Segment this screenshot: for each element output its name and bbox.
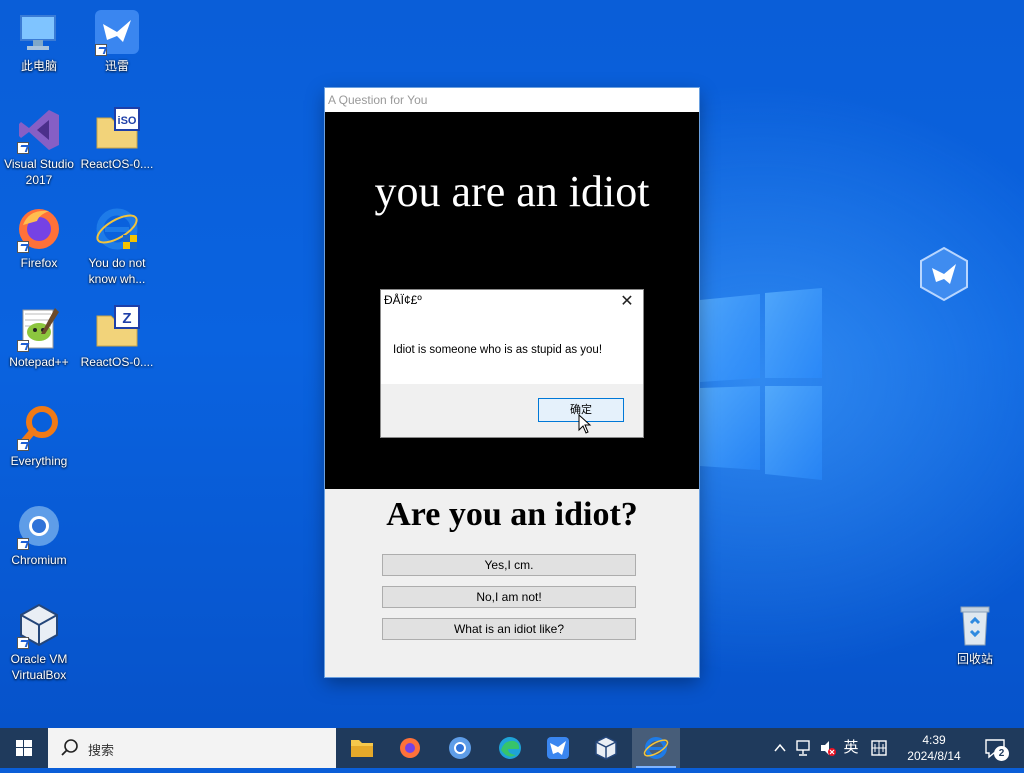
clock-time: 4:39 bbox=[922, 733, 946, 747]
computer-icon bbox=[15, 8, 63, 56]
chevron-up-icon bbox=[774, 743, 786, 752]
shortcut-arrow-icon bbox=[17, 439, 29, 451]
message-box-title: ÐÅÏ¢£º bbox=[384, 293, 422, 307]
taskbar-chromium[interactable] bbox=[436, 728, 484, 768]
speaker-muted-icon bbox=[821, 741, 836, 756]
desktop-icon-chromium[interactable]: Chromium bbox=[0, 502, 78, 568]
zip-file-icon: Z bbox=[93, 304, 141, 352]
no-button[interactable]: No,I am not! bbox=[382, 586, 636, 608]
search-icon bbox=[61, 739, 78, 756]
virtualbox-icon bbox=[15, 601, 63, 649]
headline-text: you are an idiot bbox=[374, 167, 650, 216]
desktop-icon-this-pc[interactable]: 此电脑 bbox=[0, 8, 78, 74]
volume-status[interactable] bbox=[818, 728, 838, 768]
notification-badge: 2 bbox=[994, 746, 1009, 761]
mouse-cursor-icon bbox=[578, 414, 592, 434]
svg-text:Z: Z bbox=[122, 310, 131, 327]
visual-studio-label: Visual Studio 2017 bbox=[4, 157, 74, 187]
internet-explorer-icon bbox=[93, 205, 141, 253]
recycle-bin-icon bbox=[951, 601, 999, 649]
shortcut-arrow-icon bbox=[17, 142, 29, 154]
clock[interactable]: 4:39 2024/8/14 bbox=[896, 728, 972, 768]
chromium-icon bbox=[15, 502, 63, 550]
taskbar: 搜索 英 4:39 2024/8/14 2 bbox=[0, 728, 1024, 768]
start-button[interactable] bbox=[0, 728, 48, 768]
desktop-icon-everything[interactable]: Everything bbox=[0, 403, 78, 469]
desktop-icon-visual-studio[interactable]: Visual Studio 2017 bbox=[0, 106, 78, 188]
desktop-icon-reactos-iso[interactable]: iSO ReactOS-0.... bbox=[78, 106, 156, 172]
shortcut-arrow-icon bbox=[17, 340, 29, 352]
message-text: Idiot is someone who is as stupid as you… bbox=[393, 344, 603, 356]
virtualbox-label: Oracle VM VirtualBox bbox=[10, 652, 68, 682]
taskbar-file-explorer[interactable] bbox=[338, 728, 386, 768]
desktop-icon-notepad-plus-plus[interactable]: Notepad++ bbox=[0, 304, 78, 370]
taskbar-internet-explorer[interactable] bbox=[632, 728, 680, 768]
what-is-idiot-button[interactable]: What is an idiot like? bbox=[382, 618, 636, 640]
taskbar-virtualbox[interactable] bbox=[582, 728, 630, 768]
clock-date: 2024/8/14 bbox=[907, 749, 961, 763]
desktop-icon-virtualbox[interactable]: Oracle VM VirtualBox bbox=[0, 601, 78, 683]
everything-search-icon bbox=[15, 403, 63, 451]
message-box-footer: 确定 bbox=[381, 384, 643, 437]
action-center-button[interactable]: 2 bbox=[978, 728, 1018, 768]
windows-logo-icon bbox=[16, 740, 32, 756]
desktop-icon-firefox[interactable]: Firefox bbox=[0, 205, 78, 271]
search-placeholder: 搜索 bbox=[88, 743, 115, 758]
network-icon bbox=[796, 740, 810, 756]
desktop-icon-xunlei[interactable]: 迅雷 bbox=[78, 8, 156, 74]
question-heading: Are you an idiot? bbox=[386, 496, 638, 533]
chromium-icon bbox=[449, 737, 471, 759]
notepad-plus-plus-icon bbox=[15, 304, 63, 352]
shortcut-arrow-icon bbox=[17, 241, 29, 253]
taskbar-edge[interactable] bbox=[486, 728, 534, 768]
xunlei-floating-widget[interactable] bbox=[918, 246, 970, 302]
shortcut-arrow-icon bbox=[17, 637, 29, 649]
ime-grid-icon bbox=[871, 740, 887, 756]
iso-file-icon: iSO bbox=[93, 106, 141, 154]
you-do-not-know-label: You do not know wh... bbox=[88, 256, 146, 286]
xunlei-bird-icon bbox=[93, 8, 141, 56]
edge-icon bbox=[499, 737, 521, 759]
yes-button[interactable]: Yes,I cm. bbox=[382, 554, 636, 576]
firefox-icon bbox=[15, 205, 63, 253]
internet-explorer-icon bbox=[643, 737, 669, 759]
taskbar-search-box[interactable]: 搜索 bbox=[48, 728, 336, 768]
visual-studio-icon bbox=[15, 106, 63, 154]
shortcut-arrow-icon bbox=[17, 538, 29, 550]
show-hidden-icons[interactable] bbox=[772, 728, 788, 768]
taskbar-firefox[interactable] bbox=[386, 728, 434, 768]
network-status[interactable] bbox=[794, 728, 814, 768]
xunlei-hexagon-icon bbox=[920, 246, 968, 302]
ime-mode[interactable] bbox=[868, 728, 890, 768]
taskbar-xunlei[interactable] bbox=[534, 728, 582, 768]
desktop-icon-reactos-zip[interactable]: Z ReactOS-0.... bbox=[78, 304, 156, 370]
firefox-icon bbox=[400, 738, 420, 758]
xunlei-bird-icon bbox=[547, 737, 569, 759]
message-box: ÐÅÏ¢£º ✕ Idiot is someone who is as stup… bbox=[380, 289, 644, 438]
input-method-indicator[interactable]: 英 bbox=[840, 728, 862, 768]
svg-text:iSO: iSO bbox=[118, 115, 137, 127]
window-title: A Question for You bbox=[325, 88, 699, 112]
folder-icon bbox=[351, 740, 373, 757]
desktop-icon-you-do-not-know[interactable]: You do not know wh... bbox=[78, 205, 156, 287]
close-icon[interactable]: ✕ bbox=[617, 293, 637, 313]
virtualbox-icon bbox=[595, 736, 617, 760]
shortcut-arrow-icon bbox=[95, 44, 107, 56]
desktop-icon-recycle-bin[interactable]: 回收站 bbox=[936, 601, 1014, 667]
